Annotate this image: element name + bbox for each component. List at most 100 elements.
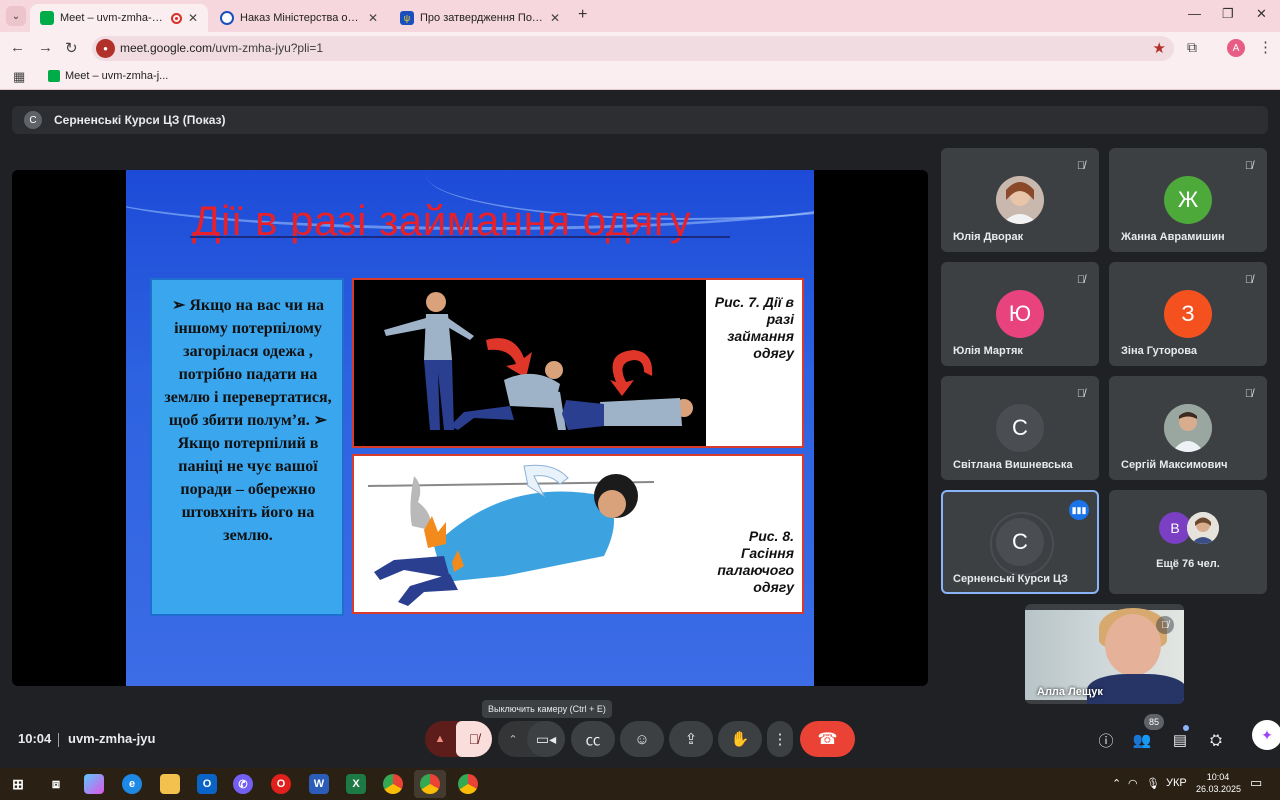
bookmark-label: Meet – uvm-zmha-j...	[65, 70, 169, 82]
captions-button[interactable]: ㏄	[571, 721, 615, 757]
mic-muted-icon: 🎙̸	[1076, 160, 1086, 172]
avatar	[1187, 512, 1219, 544]
avatar: Ю	[996, 290, 1044, 338]
raise-hand-button[interactable]: ✋	[718, 721, 762, 757]
tab-strip: ⌄ Meet – uvm-zmha-jyu ✕ Наказ Міністерст…	[0, 0, 1280, 32]
participant-count-badge: 85	[1144, 714, 1165, 730]
file-explorer-icon[interactable]	[160, 774, 180, 794]
participant-tile-active-speaker[interactable]: ▮▮▮ С Серненські Курси ЦЗ	[941, 490, 1099, 594]
address-bar[interactable]: ● meet.google.com/uvm-zmha-jyu?pli=1 ★	[92, 36, 1174, 61]
doc-favicon-icon	[220, 11, 234, 25]
activities-icon[interactable]: ⛭	[1204, 728, 1228, 752]
avatar: С	[996, 404, 1044, 452]
participant-name: Серненські Курси ЦЗ	[953, 573, 1068, 585]
participant-name: Жанна Аврамишин	[1121, 231, 1225, 243]
forward-icon[interactable]: →	[38, 39, 53, 56]
system-clock[interactable]: 10:04 26.03.2025	[1196, 771, 1241, 795]
profile-avatar[interactable]: A	[1227, 39, 1245, 57]
participant-tile[interactable]: 🎙̸ Ю Юлія Мартяк	[941, 262, 1099, 366]
avatar-photo	[996, 176, 1044, 224]
participant-name: Юлія Мартяк	[953, 345, 1023, 357]
figure-8-illustration	[367, 464, 655, 606]
reload-icon[interactable]: ↻	[65, 39, 78, 57]
participant-tile[interactable]: 🎙̸ З Зіна Гуторова	[1109, 262, 1267, 366]
leave-call-button[interactable]: ☎	[800, 721, 855, 757]
opera-icon[interactable]: O	[271, 774, 291, 794]
participant-tile[interactable]: 🎙̸ Ж Жанна Аврамишин	[1109, 148, 1267, 252]
microphone-control: ▲ 🎙̸	[425, 721, 492, 757]
chat-notification-dot	[1183, 725, 1189, 731]
show-hidden-icons-icon[interactable]: ⌃	[1112, 777, 1121, 790]
bookmark-meet[interactable]: Meet – uvm-zmha-j...	[48, 70, 168, 82]
more-options-button[interactable]: ⋮	[767, 721, 793, 757]
avatar-photo	[1187, 512, 1219, 544]
outlook-icon[interactable]: O	[197, 774, 217, 794]
mic-muted-icon: 🎙̸	[1244, 160, 1254, 172]
microphone-toggle-button[interactable]: 🎙̸	[456, 721, 492, 757]
word-icon[interactable]: W	[309, 774, 329, 794]
presenter-avatar: С	[24, 111, 42, 129]
minimize-icon[interactable]: —	[1188, 6, 1201, 21]
tab-title: Про затвердження Положення	[420, 12, 544, 24]
trident-favicon-icon: ψ	[400, 11, 414, 25]
participant-name: Світлана Вишневська	[953, 459, 1073, 471]
video-options-chevron-icon[interactable]: ⌃	[498, 721, 528, 757]
camera-toggle-button[interactable]: ▭◂	[527, 721, 565, 757]
edge-icon[interactable]: e	[122, 774, 142, 794]
mic-muted-icon: 🎙̸	[1244, 388, 1254, 400]
viber-icon[interactable]: ✆	[233, 774, 253, 794]
wifi-icon[interactable]: ◠	[1128, 777, 1138, 790]
excel-icon[interactable]: X	[346, 774, 366, 794]
avatar-photo	[1164, 404, 1212, 452]
tab-meet[interactable]: Meet – uvm-zmha-jyu ✕	[30, 4, 208, 32]
windows-start-icon[interactable]: ⊞	[8, 774, 28, 794]
chrome-icon[interactable]	[383, 774, 403, 794]
tab-search-button[interactable]: ⌄	[6, 6, 26, 26]
chrome-profile-icon[interactable]	[420, 774, 440, 794]
meeting-info-icon[interactable]: ⓘ	[1094, 728, 1118, 752]
copilot-icon[interactable]	[84, 774, 104, 794]
people-icon[interactable]: 👥	[1130, 728, 1154, 752]
camera-tooltip: Выключить камеру (Ctrl + E)	[482, 700, 612, 718]
meet-favicon-icon	[48, 70, 60, 82]
avatar: С	[996, 518, 1044, 566]
microphone-tray-icon[interactable]: 🎙	[1146, 777, 1160, 790]
extensions-icon[interactable]: ⧉	[1187, 39, 1197, 56]
tab-nakaz[interactable]: Наказ Міністерства освіти і на ✕	[210, 4, 388, 32]
slide-text: ➢ Якщо на вас чи на іншому потерпілому з…	[164, 297, 332, 544]
close-tab-icon[interactable]: ✕	[550, 11, 560, 25]
keyboard-language[interactable]: УКР	[1166, 777, 1187, 789]
new-tab-icon[interactable]: +	[578, 6, 587, 24]
notifications-icon[interactable]: ▭	[1250, 775, 1262, 791]
task-view-icon[interactable]: ⧈	[46, 774, 66, 794]
self-view-tile[interactable]: 🎙̸ Алла Лещук	[1025, 604, 1184, 704]
maximize-icon[interactable]: ❐	[1222, 6, 1234, 22]
participant-tile[interactable]: 🎙̸ Сергій Максимович	[1109, 376, 1267, 480]
more-participants-tile[interactable]: В Ещё 76 чел.	[1109, 490, 1267, 594]
emoji-reaction-button[interactable]: ☺	[620, 721, 664, 757]
audio-options-chevron-icon[interactable]: ▲	[425, 721, 455, 757]
browser-toolbar: ← → ↻ ● meet.google.com/uvm-zmha-jyu?pli…	[0, 32, 1280, 64]
participant-tile[interactable]: 🎙̸ Юлія Дворак	[941, 148, 1099, 252]
figure-7-illustration	[384, 292, 693, 430]
figure-8: Рис. 8. Гасіння палаючого одягу	[352, 454, 804, 614]
present-screen-button[interactable]: ⇪	[669, 721, 713, 757]
bookmark-star-icon[interactable]: ★	[1153, 39, 1166, 57]
participant-tile[interactable]: 🎙̸ С Світлана Вишневська	[941, 376, 1099, 480]
site-info-icon[interactable]: ●	[96, 39, 115, 58]
close-tab-icon[interactable]: ✕	[368, 11, 378, 25]
apps-grid-icon[interactable]: ▦	[13, 69, 25, 85]
close-window-icon[interactable]: ✕	[1256, 6, 1267, 22]
gemini-icon[interactable]: ✦	[1252, 720, 1280, 750]
back-icon[interactable]: ←	[10, 39, 25, 56]
participant-name: Юлія Дворак	[953, 231, 1024, 243]
chat-icon[interactable]: ▤	[1168, 728, 1192, 752]
meeting-clock: 10:04	[18, 731, 52, 746]
tab-title: Наказ Міністерства освіти і на	[240, 12, 362, 24]
presenter-title: Серненські Курси ЦЗ (Показ)	[54, 113, 226, 127]
chrome-profile-icon[interactable]	[458, 774, 478, 794]
tab-polozhennya[interactable]: ψ Про затвердження Положення ✕	[390, 4, 570, 32]
browser-menu-icon[interactable]: ⋮	[1258, 38, 1273, 56]
close-tab-icon[interactable]: ✕	[188, 11, 198, 25]
meet-favicon-icon	[40, 11, 54, 25]
